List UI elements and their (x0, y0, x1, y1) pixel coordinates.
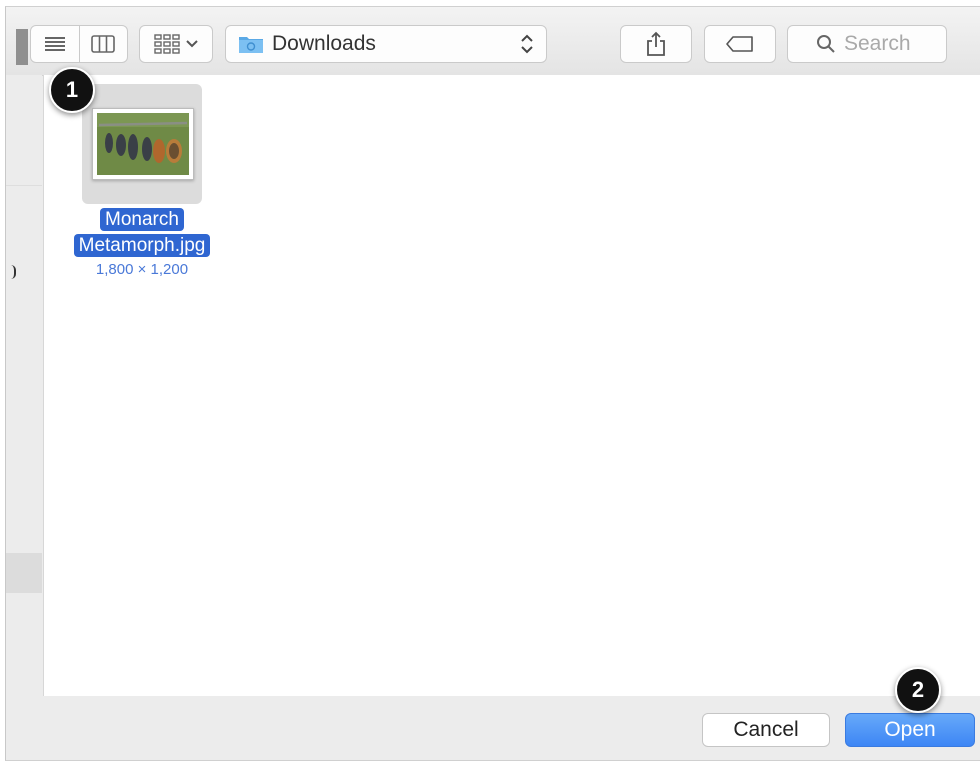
step-callout-1: 1 (49, 67, 95, 113)
open-button[interactable]: Open (845, 713, 975, 747)
up-down-chevron-icon (521, 34, 533, 54)
column-view-button[interactable] (78, 26, 128, 62)
sidebar (6, 75, 42, 695)
arrange-menu-button[interactable] (139, 25, 213, 63)
sidebar-edge (16, 29, 28, 65)
file-name-line-1: Monarch (100, 208, 184, 231)
location-label: Downloads (272, 32, 376, 55)
icon-grid-view-icon (154, 34, 180, 54)
dialog-footer: Cancel Open (6, 696, 980, 760)
search-placeholder: Search (844, 32, 911, 55)
tag-icon (726, 36, 753, 52)
sidebar-eject-icon[interactable] (11, 265, 16, 279)
folder-icon (239, 37, 263, 53)
file-dimensions: 1,800 × 1,200 (95, 261, 189, 278)
butterfly-chrysalis-photo (97, 113, 189, 175)
list-view-button[interactable] (31, 26, 79, 62)
view-mode-segmented-control (30, 25, 128, 63)
location-popup[interactable]: Downloads (225, 25, 547, 63)
step-callout-2: 2 (895, 667, 941, 713)
file-thumbnail-selection[interactable] (82, 84, 202, 204)
share-icon (647, 31, 665, 56)
column-view-icon (91, 35, 116, 53)
file-thumbnail[interactable] (92, 108, 194, 180)
cancel-button[interactable]: Cancel (702, 713, 830, 747)
chevron-down-icon (186, 40, 198, 48)
search-field[interactable]: Search (787, 25, 947, 63)
toolbar: Downloads Search (6, 7, 980, 76)
file-browser-area: Monarch Metamorph.jpg 1,800 × 1,200 (43, 75, 980, 697)
search-icon (817, 35, 835, 53)
sidebar-item[interactable] (6, 553, 42, 593)
tag-button[interactable] (704, 25, 776, 63)
list-view-icon (44, 37, 65, 51)
file-name-label[interactable]: Monarch Metamorph.jpg (44, 207, 240, 259)
open-file-dialog: Downloads Search Monarch Metamorph.jpg 1… (5, 6, 980, 761)
share-button[interactable] (620, 25, 692, 63)
file-name-line-2: Metamorph.jpg (73, 234, 211, 257)
